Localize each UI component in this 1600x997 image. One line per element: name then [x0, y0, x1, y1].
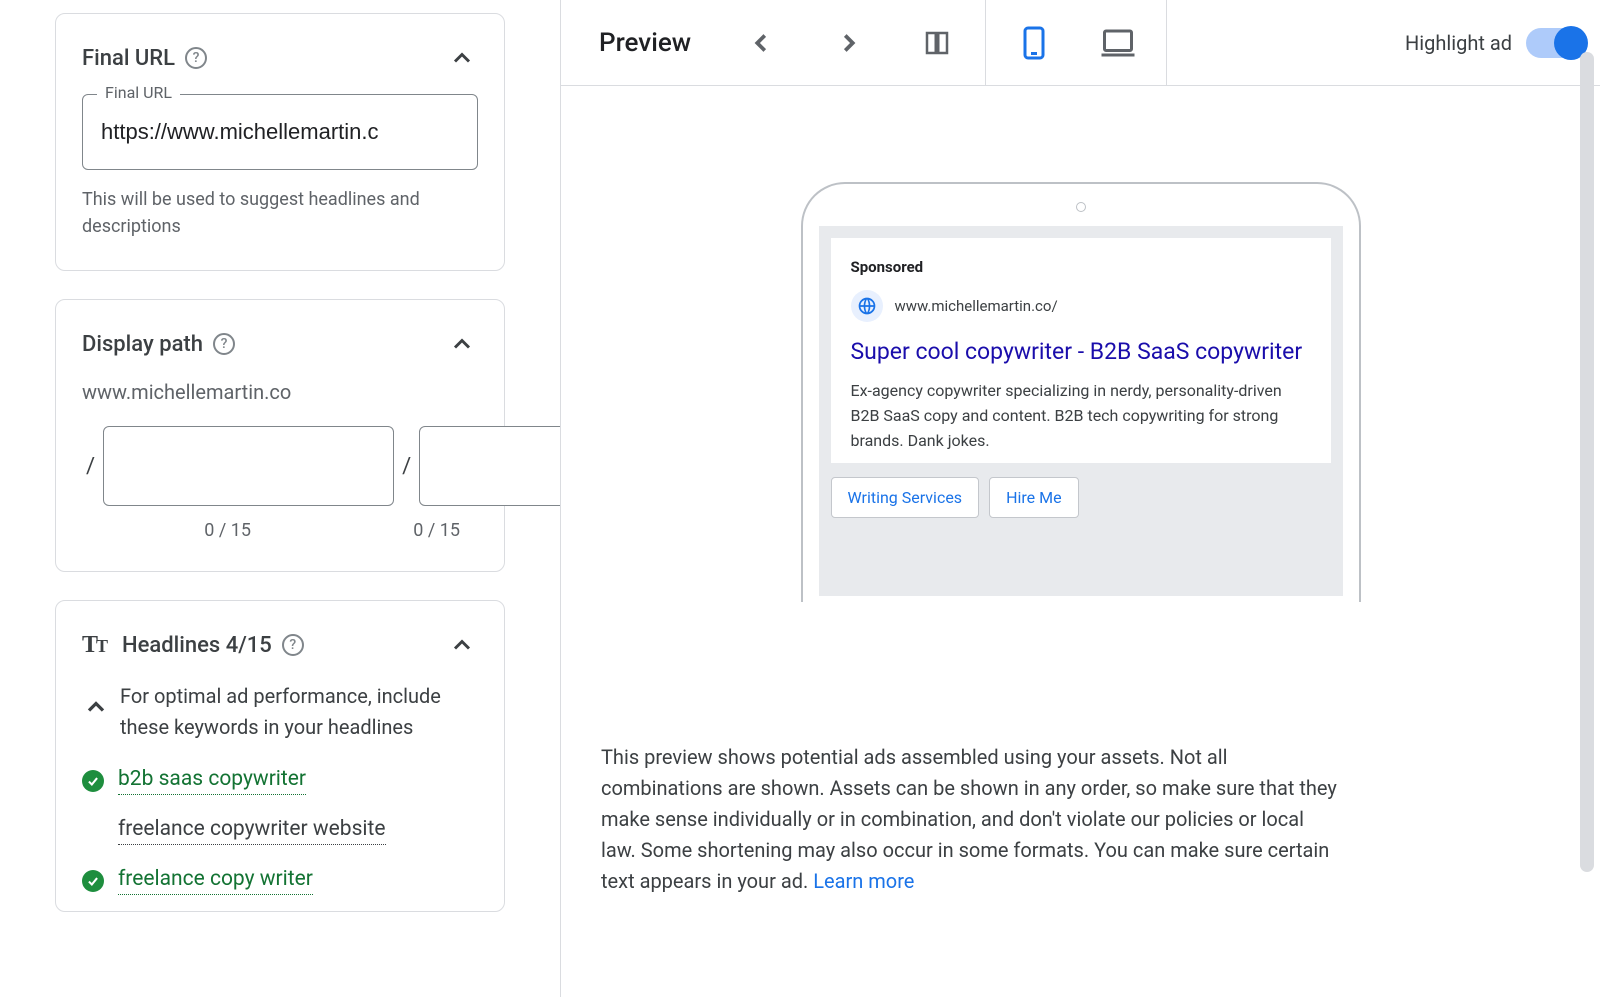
keyword-suggestion: b2b saas copywriter [82, 767, 478, 795]
path2-count: 0 / 15 [291, 520, 478, 541]
sitelink-button: Writing Services [831, 477, 980, 518]
display-path-card: Display path ? www.michellemartin.co / /… [55, 299, 505, 572]
learn-more-link[interactable]: Learn more [813, 869, 914, 893]
help-icon[interactable]: ? [282, 634, 304, 656]
display-path-input-1[interactable] [103, 426, 394, 506]
keyword-link[interactable]: freelance copy writer [118, 867, 313, 895]
preview-panel: Preview [560, 0, 1600, 997]
columns-icon[interactable] [917, 23, 957, 63]
highlight-ad-toggle[interactable] [1526, 28, 1586, 58]
keyword-suggestion: freelance copy writer [82, 867, 478, 895]
preview-header: Preview [561, 0, 1600, 86]
mobile-device-icon[interactable] [1014, 23, 1054, 63]
left-form-panel: Final URL ? Final URL This will be used … [0, 0, 560, 997]
headlines-card: TT Headlines 4/15 ? For optimal ad perfo… [55, 600, 505, 912]
chevron-up-icon[interactable] [82, 691, 110, 723]
ad-preview-card: Sponsored www.michellemartin.co/ Super c… [831, 238, 1331, 463]
ad-description: Ex-agency copywriter specializing in ner… [851, 379, 1311, 453]
chevron-left-icon[interactable] [741, 23, 781, 63]
text-type-icon: TT [82, 632, 106, 659]
globe-icon [851, 290, 883, 322]
display-path-title: Display path [82, 332, 203, 357]
headlines-hint: For optimal ad performance, include thes… [120, 681, 478, 743]
chevron-right-icon[interactable] [829, 23, 869, 63]
headlines-title: Headlines 4/15 [122, 633, 272, 658]
final-url-card: Final URL ? Final URL This will be used … [55, 13, 505, 271]
chevron-up-icon[interactable] [446, 42, 478, 74]
path-slash: / [398, 454, 415, 479]
sponsored-label: Sponsored [851, 258, 1311, 276]
path-slash: / [82, 454, 99, 479]
help-icon[interactable]: ? [185, 47, 207, 69]
chevron-up-icon[interactable] [446, 328, 478, 360]
keyword-suggestion: freelance copywriter website [82, 817, 478, 845]
display-path-domain: www.michellemartin.co [82, 380, 478, 404]
phone-camera-icon [1076, 202, 1086, 212]
keyword-link[interactable]: freelance copywriter website [118, 817, 386, 845]
final-url-input-label: Final URL [97, 83, 180, 102]
scrollbar[interactable] [1580, 52, 1594, 922]
final-url-helper: This will be used to suggest headlines a… [82, 186, 478, 240]
final-url-input-wrap: Final URL [82, 94, 478, 170]
ad-display-url: www.michellemartin.co/ [895, 297, 1058, 315]
final-url-input[interactable] [83, 95, 477, 169]
phone-screen: Sponsored www.michellemartin.co/ Super c… [819, 226, 1343, 596]
preview-note: This preview shows potential ads assembl… [561, 742, 1381, 897]
preview-title: Preview [599, 28, 691, 58]
check-circle-icon [82, 870, 104, 892]
chevron-up-icon[interactable] [446, 629, 478, 661]
divider [985, 0, 986, 86]
phone-frame: Sponsored www.michellemartin.co/ Super c… [801, 182, 1361, 602]
highlight-ad-label: Highlight ad [1405, 31, 1512, 55]
preview-note-text: This preview shows potential ads assembl… [601, 745, 1337, 893]
divider [1166, 0, 1167, 86]
check-circle-icon [82, 770, 104, 792]
desktop-device-icon[interactable] [1098, 23, 1138, 63]
empty-check-icon [82, 820, 104, 842]
ad-headline: Super cool copywriter - B2B SaaS copywri… [851, 336, 1311, 367]
keyword-link[interactable]: b2b saas copywriter [118, 767, 306, 795]
sitelink-button: Hire Me [989, 477, 1078, 518]
display-path-input-2[interactable] [419, 426, 560, 506]
final-url-title: Final URL [82, 46, 175, 71]
help-icon[interactable]: ? [213, 333, 235, 355]
path1-count: 0 / 15 [82, 520, 291, 541]
